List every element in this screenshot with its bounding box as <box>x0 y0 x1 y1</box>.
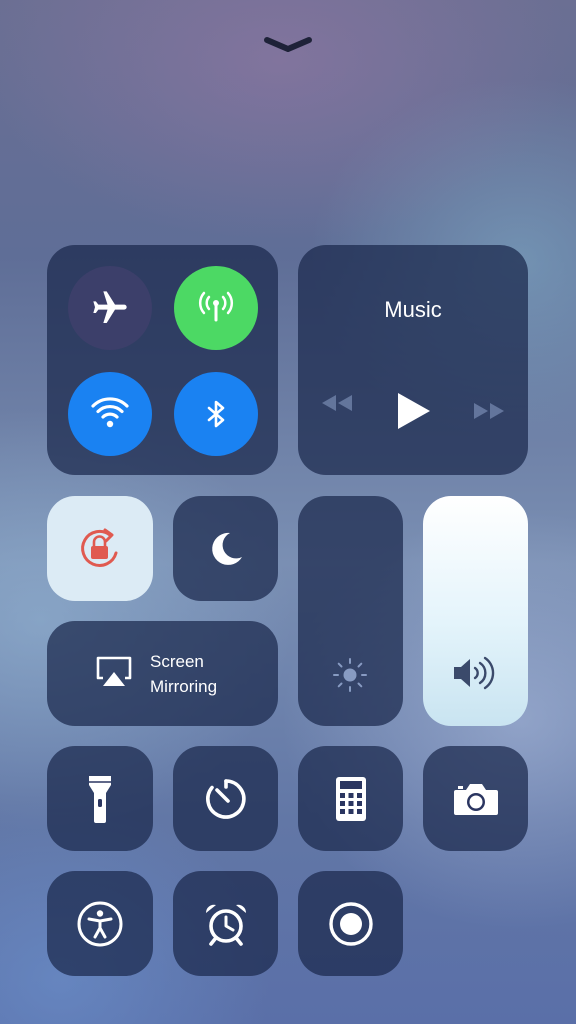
accessibility-button[interactable] <box>47 871 153 976</box>
wifi-icon <box>91 397 129 428</box>
screen-record-button[interactable] <box>298 871 403 976</box>
timer-button[interactable] <box>173 746 278 851</box>
flashlight-icon <box>89 775 111 823</box>
bluetooth-button[interactable] <box>174 372 258 456</box>
rotation-lock-icon <box>81 528 118 567</box>
connectivity-panel <box>47 245 278 475</box>
screen-mirroring-line1: Screen <box>150 652 204 671</box>
screen-record-icon <box>328 901 373 946</box>
music-panel[interactable]: Music <box>298 245 528 475</box>
volume-indicator <box>451 654 501 692</box>
play-icon <box>398 393 430 429</box>
flashlight-button[interactable] <box>47 746 153 851</box>
airplay-indicator <box>95 655 133 689</box>
screen-mirroring-button[interactable]: Screen Mirroring <box>47 621 278 726</box>
volume-icon <box>454 656 495 690</box>
camera-button[interactable] <box>423 746 528 851</box>
do-not-disturb-button[interactable] <box>173 496 278 601</box>
cellular-data-button[interactable] <box>174 266 258 350</box>
wifi-button[interactable] <box>68 372 152 456</box>
accessibility-icon <box>77 901 123 946</box>
screen-mirroring-label: Screen Mirroring <box>150 649 217 699</box>
alarm-button[interactable] <box>173 871 278 976</box>
screen-mirroring-line2: Mirroring <box>150 677 218 696</box>
rotation-lock-button[interactable] <box>47 496 153 601</box>
airplane-icon <box>93 291 127 323</box>
dismiss-chevron[interactable] <box>262 34 314 56</box>
brightness-indicator <box>331 656 369 694</box>
fast-forward-button[interactable] <box>470 399 508 423</box>
brightness-icon <box>333 658 367 692</box>
volume-slider[interactable] <box>423 496 528 726</box>
play-button[interactable] <box>396 391 432 431</box>
cellular-icon <box>199 291 233 322</box>
rewind-icon <box>322 395 352 411</box>
music-title: Music <box>384 297 442 322</box>
brightness-slider[interactable] <box>298 496 403 726</box>
alarm-icon <box>205 904 246 946</box>
airplay-icon <box>96 656 132 686</box>
bluetooth-icon <box>207 400 225 428</box>
calculator-icon <box>335 776 366 821</box>
airplane-mode-button[interactable] <box>68 266 152 350</box>
moon-icon <box>211 532 242 565</box>
fast-forward-icon <box>474 403 504 419</box>
calculator-button[interactable] <box>298 746 403 851</box>
timer-icon <box>205 778 246 819</box>
rewind-button[interactable] <box>318 391 356 415</box>
camera-icon <box>453 783 498 815</box>
chevron-down-icon <box>264 37 312 52</box>
